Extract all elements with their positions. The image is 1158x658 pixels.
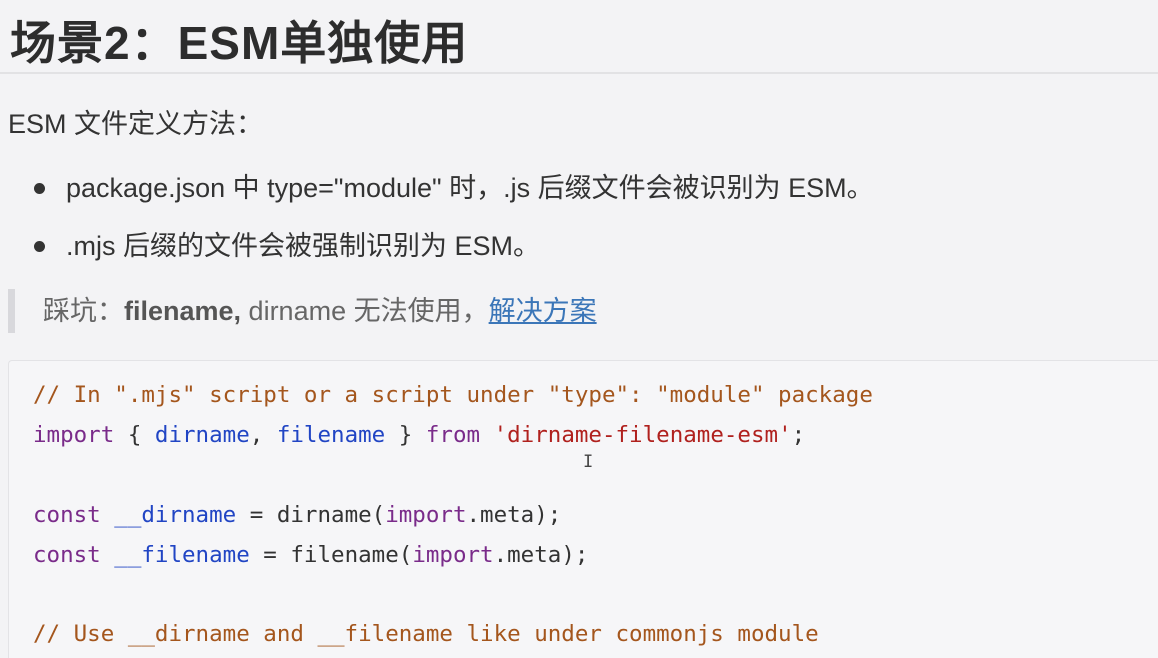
code-string: 'dirname-filename-esm': [493, 422, 792, 448]
intro-text: ESM 文件定义方法：: [8, 109, 264, 139]
code-punct: .meta);: [466, 502, 562, 528]
bullet-list: package.json 中 type="module" 时，.js 后缀文件会…: [32, 168, 874, 284]
quote-bold-term: filename,: [124, 296, 242, 326]
code-line-3: const __dirname = dirname(import.meta);: [33, 500, 561, 530]
quote-prefix: 踩坑：: [43, 296, 124, 326]
list-item: package.json 中 type="module" 时，.js 后缀文件会…: [32, 168, 874, 226]
solution-link[interactable]: 解决方案: [489, 296, 597, 326]
blockquote: 踩坑：filename, dirname 无法使用，解决方案: [8, 289, 1155, 333]
code-keyword: from: [425, 422, 481, 448]
code-keyword: const: [33, 542, 101, 568]
code-comment: // Use __dirname and __filename like und…: [33, 621, 819, 647]
code-identifier: __dirname: [114, 502, 237, 528]
code-keyword: import: [412, 542, 494, 568]
quote-text: 踩坑：filename, dirname 无法使用，解决方案: [43, 291, 597, 331]
code-line-5: // Use __dirname and __filename like und…: [33, 619, 819, 649]
code-call: filename(: [290, 542, 413, 568]
page-title: 场景2：ESM单独使用: [10, 17, 469, 69]
code-keyword: import: [385, 502, 467, 528]
document-page: 场景2：ESM单独使用 ESM 文件定义方法： package.json 中 t…: [0, 0, 1158, 658]
code-identifier: dirname: [154, 422, 250, 448]
code-block: // In ".mjs" script or a script under "t…: [8, 360, 1158, 658]
code-punct: }: [385, 422, 426, 448]
code-punct: ,: [249, 422, 277, 448]
code-comment: // In ".mjs" script or a script under "t…: [33, 382, 873, 408]
code-operator: =: [249, 542, 291, 568]
code-line-1: // In ".mjs" script or a script under "t…: [33, 380, 873, 410]
bullet-dot-icon: [34, 183, 45, 194]
code-line-4: const __filename = filename(import.meta)…: [33, 540, 588, 570]
list-item: .mjs 后缀的文件会被强制识别为 ESM。: [32, 226, 874, 284]
code-operator: =: [236, 502, 277, 528]
code-call: dirname(: [276, 502, 386, 528]
list-item-text: package.json 中 type="module" 时，.js 后缀文件会…: [66, 173, 874, 203]
code-punct: ;: [791, 422, 806, 448]
list-item-text: .mjs 后缀的文件会被强制识别为 ESM。: [66, 231, 541, 261]
code-identifier: filename: [276, 422, 386, 448]
text-cursor-icon: I: [583, 452, 594, 472]
code-identifier: __filename: [114, 542, 250, 568]
code-line-2: import { dirname, filename } from 'dirna…: [33, 420, 805, 450]
code-punct: {: [114, 422, 155, 448]
code-punct: .meta);: [493, 542, 589, 568]
title-divider: [0, 72, 1158, 74]
code-keyword: import: [33, 422, 115, 448]
bullet-dot-icon: [34, 241, 45, 252]
code-keyword: const: [33, 502, 101, 528]
quote-middle: dirname 无法使用，: [241, 296, 489, 326]
